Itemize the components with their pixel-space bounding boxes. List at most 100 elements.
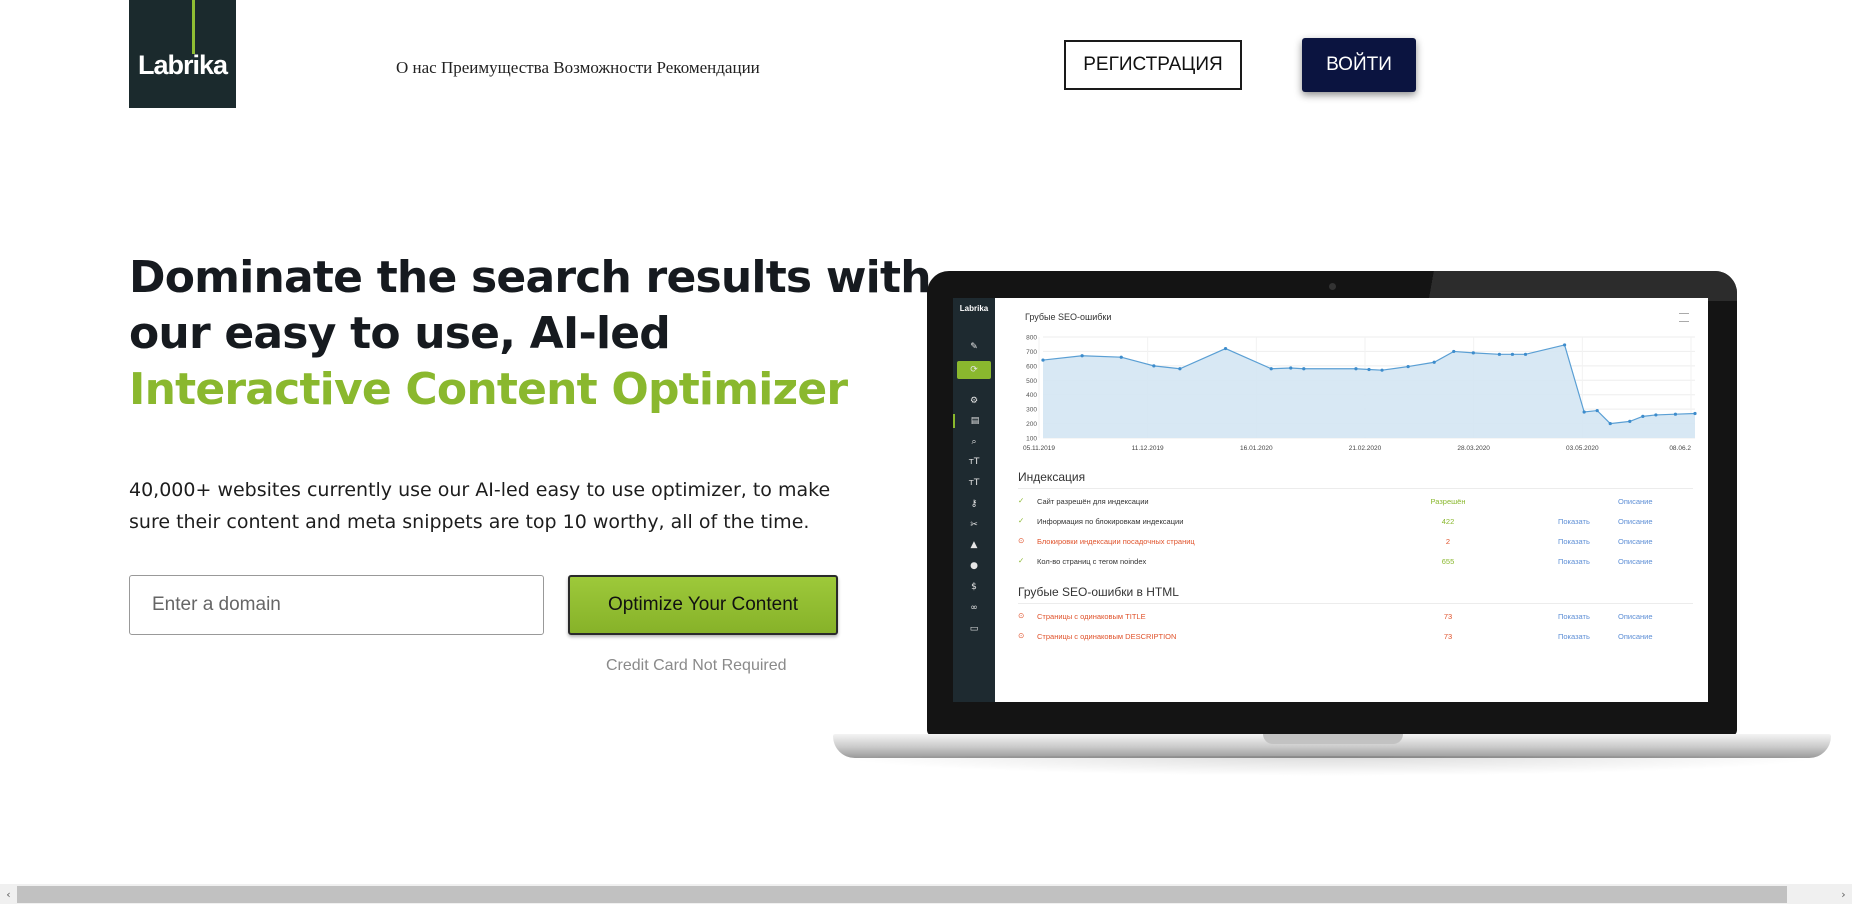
text-size-icon[interactable]: ᴛT [953,455,995,469]
scroll-right-icon[interactable]: › [1835,886,1852,903]
laptop-glare [1407,271,1737,301]
data-point [1654,413,1658,417]
hero-headline: Dominate the search results with our eas… [129,250,932,418]
check-icon: ✓ [1018,556,1025,565]
main-nav: О нас Преимущества Возможности Рекоменда… [396,58,760,78]
nav-item-about[interactable]: О нас [396,58,437,77]
menu-icon[interactable] [1679,313,1689,322]
laptop-notch [1263,734,1403,744]
laptop-camera [1329,283,1336,290]
show-link[interactable]: Показать [1558,537,1590,546]
row-label: Сайт разрешён для индексации [1037,497,1149,506]
description-link[interactable]: Описание [1618,537,1653,546]
scrollbar-thumb[interactable] [17,886,1787,903]
scroll-left-icon[interactable]: ‹ [0,886,17,903]
data-point [1471,351,1475,355]
data-point [1628,419,1632,424]
warning-icon: ⊙ [1018,611,1025,620]
key-icon[interactable]: ⚷ [953,497,995,511]
indexing-row: ✓ Сайт разрешён для индексации Разрешён Опи… [1018,496,1693,510]
description-link[interactable]: Описание [1618,517,1653,526]
warning-icon: ⊙ [1018,536,1025,545]
dollar-icon[interactable]: $ [953,580,995,594]
hero-headline-line1: Dominate the search results with [129,252,932,303]
x-tick-label: 08.06.2 [1669,445,1691,452]
wrench-icon[interactable]: ✂ [953,518,995,532]
data-point [1595,408,1599,413]
show-link[interactable]: Показать [1558,517,1590,526]
nav-item-advantages[interactable]: Преимущества [441,58,549,77]
row-value: 73 [1443,612,1453,621]
series-area [1043,344,1695,438]
html-error-row: ⊙ Страницы с одинаковым DESCRIPTION 73 Пока… [1018,631,1693,645]
row-label: Страницы с одинаковым TITLE [1037,612,1146,621]
data-point [1269,367,1273,371]
data-point [1302,367,1306,371]
row-value: Разрешён [1430,497,1466,506]
seo-errors-chart: 100 200 300 400 500 600 700 800 05.11.2019 11.12.… [1023,335,1697,452]
row-label: Информация по блокировкам индексации [1037,517,1184,526]
graduation-icon[interactable]: ▲ [953,538,995,552]
indexing-row: ⊙ Блокировки индексации посадочных страни… [1018,536,1693,550]
data-point [1223,346,1228,351]
search-icon[interactable]: ⌕ [953,435,995,449]
text-size-alt-icon[interactable]: ᴛT [953,476,995,490]
sync-icon[interactable]: ⟳ [957,361,991,379]
html-error-row: ⊙ Страницы с одинаковым TITLE 73 Показать Оп… [1018,611,1693,625]
show-link[interactable]: Показать [1558,612,1590,621]
hero-description-line2: sure their content and meta snippets are… [129,511,810,533]
y-tick-label: 100 [1026,436,1037,443]
nav-item-features[interactable]: Возможности [553,58,652,77]
y-tick-label: 400 [1026,392,1037,399]
x-tick-label: 11.12.2019 [1132,445,1164,452]
link-icon[interactable]: ∞ [953,601,995,615]
x-tick-label: 03.05.2020 [1566,445,1599,452]
data-point [1119,355,1123,359]
data-point [1354,367,1358,371]
description-link[interactable]: Описание [1618,612,1653,621]
nav-item-recommendations[interactable]: Рекомендации [657,58,760,77]
indexing-row: ✓ Кол-во страниц с тегом noindex 655 Показа… [1018,556,1693,570]
logo-accent-bar [192,0,195,54]
description-link[interactable]: Описание [1618,557,1653,566]
data-point [1432,360,1436,364]
login-button[interactable]: ВОЙТИ [1302,38,1416,92]
data-point [1080,354,1084,358]
data-point [1452,349,1456,354]
description-link[interactable]: Описание [1618,632,1653,641]
indexing-section-title: Индексация [1018,470,1086,484]
check-icon: ✓ [1018,516,1025,525]
x-tick-label: 21.02.2020 [1349,445,1382,452]
gear-icon[interactable]: ⚙ [953,394,995,408]
y-tick-label: 300 [1026,407,1037,414]
app-sidebar: Labrika ✎ ⟳ ⚙ ▤ ⌕ ᴛT ᴛT ⚷ ✂ ▲ ● $ ∞ ▭ [953,298,995,702]
user-icon[interactable]: ● [953,559,995,573]
laptop-screen: Labrika ✎ ⟳ ⚙ ▤ ⌕ ᴛT ᴛT ⚷ ✂ ▲ ● $ ∞ ▭ Гр… [953,298,1708,702]
data-point [1563,343,1567,347]
optimize-button[interactable]: Optimize Your Content [568,575,838,635]
hero-headline-line2: our easy to use, AI-led [129,308,671,359]
x-tick-label: 16.01.2020 [1240,445,1273,452]
data-point [1178,367,1182,371]
html-section-title: Грубые SEO-ошибки в HTML [1018,585,1179,599]
row-label: Блокировки индексации посадочных страниц [1037,537,1195,546]
row-label: Страницы с одинаковым DESCRIPTION [1037,632,1177,641]
show-link[interactable]: Показать [1558,632,1590,641]
edit-icon[interactable]: ✎ [953,340,995,354]
domain-input[interactable] [129,575,544,635]
print-icon[interactable]: ▭ [953,622,995,636]
logo[interactable]: Labrika [129,0,236,108]
hero-headline-line3: Interactive Content Optimizer [129,364,848,415]
chart-icon[interactable]: ▤ [953,414,995,428]
show-link[interactable]: Показать [1558,557,1590,566]
description-link[interactable]: Описание [1618,497,1653,506]
data-point [1641,414,1645,418]
indexing-row: ✓ Информация по блокировкам индексации 422… [1018,516,1693,530]
data-point [1289,366,1293,370]
data-point [1041,358,1045,362]
y-tick-label: 700 [1026,349,1037,356]
data-point [1380,368,1384,372]
data-point [1152,364,1156,368]
data-point [1406,364,1410,369]
register-button[interactable]: РЕГИСТРАЦИЯ [1064,40,1242,90]
